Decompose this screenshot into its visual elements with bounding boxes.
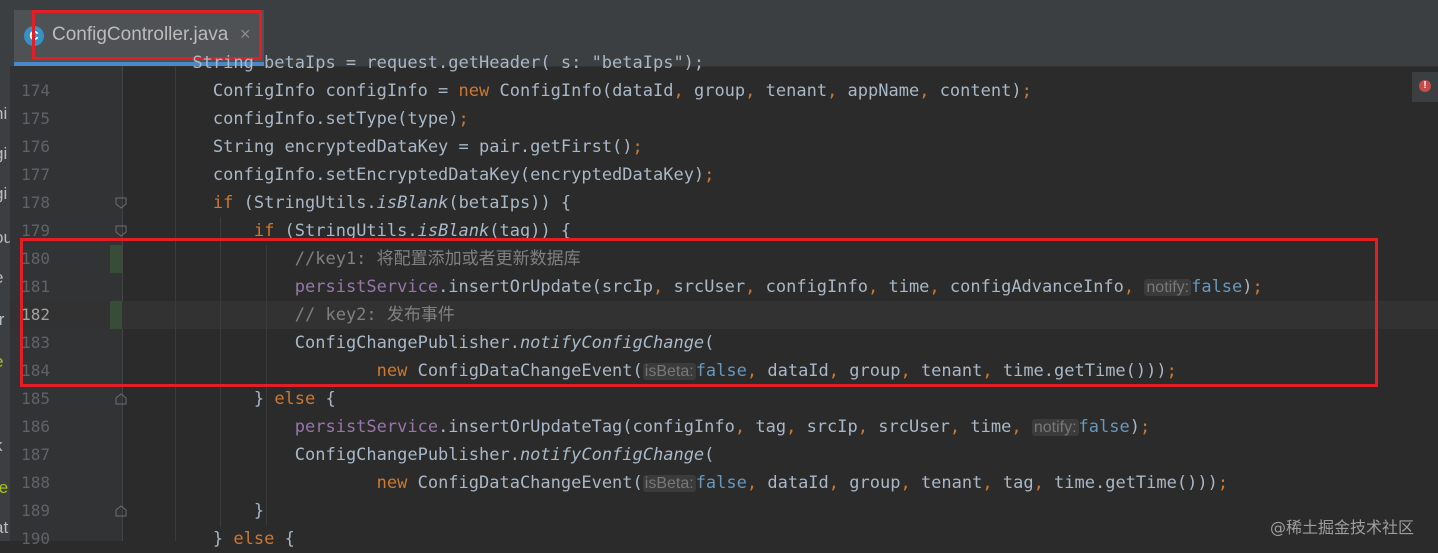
- code-line-173-partial: String betaIps = request.getHeader( s: "…: [131, 53, 705, 73]
- line-number[interactable]: 190: [10, 525, 50, 553]
- panel-fragment: gi: [0, 184, 8, 203]
- code-line-189[interactable]: }: [131, 497, 264, 525]
- line-number[interactable]: 186: [10, 413, 50, 441]
- line-number[interactable]: 176: [10, 133, 50, 161]
- line-number[interactable]: 177: [10, 161, 50, 189]
- panel-fragment: hi: [0, 104, 8, 123]
- code-line-190[interactable]: } else {: [131, 525, 295, 553]
- panel-fragment: ou: [0, 228, 10, 247]
- code-line-174[interactable]: ConfigInfo configInfo = new ConfigInfo(d…: [131, 77, 1032, 105]
- project-panel-edge: hi gi gi ou e [r e [ k te at: [0, 66, 10, 541]
- code-line-177[interactable]: configInfo.setEncryptedDataKey(encrypted…: [131, 161, 715, 189]
- line-number[interactable]: 178: [10, 189, 50, 217]
- param-hint: isBeta:: [642, 475, 696, 492]
- param-hint: notify:: [1031, 419, 1079, 436]
- line-number[interactable]: 189: [10, 497, 50, 525]
- panel-fragment: te: [0, 478, 9, 497]
- fold-marker-icon[interactable]: [115, 505, 127, 517]
- panel-fragment: e: [0, 352, 3, 372]
- line-number[interactable]: 174: [10, 77, 50, 105]
- code-highlight-box: [20, 238, 1378, 387]
- code-line-176[interactable]: String encryptedDataKey = pair.getFirst(…: [131, 133, 643, 161]
- panel-fragment: k: [0, 436, 3, 456]
- code-line-185[interactable]: } else {: [131, 385, 336, 413]
- fold-marker-icon[interactable]: [115, 197, 127, 209]
- watermark: @稀土掘金技术社区: [1270, 518, 1415, 537]
- panel-fragment: at: [0, 518, 9, 537]
- panel-fragment: gi: [0, 144, 8, 163]
- fold-marker-icon[interactable]: [115, 393, 127, 405]
- code-line-186[interactable]: persistService.insertOrUpdateTag(configI…: [131, 413, 1150, 441]
- code-line-187[interactable]: ConfigChangePublisher.notifyConfigChange…: [131, 441, 715, 469]
- line-number[interactable]: 188: [10, 469, 50, 497]
- code-line-178[interactable]: if (StringUtils.isBlank(betaIps)) {: [131, 189, 571, 217]
- line-number[interactable]: 187: [10, 441, 50, 469]
- fold-marker-icon[interactable]: [115, 225, 127, 237]
- panel-fragment: e: [0, 268, 3, 288]
- code-line-175[interactable]: configInfo.setType(type);: [131, 105, 469, 133]
- panel-fragment: [r: [0, 310, 5, 329]
- line-number[interactable]: 185: [10, 385, 50, 413]
- error-icon[interactable]: !: [1419, 80, 1431, 92]
- code-line-188[interactable]: new ConfigDataChangeEvent(isBeta: false, …: [131, 469, 1228, 497]
- line-number[interactable]: 175: [10, 105, 50, 133]
